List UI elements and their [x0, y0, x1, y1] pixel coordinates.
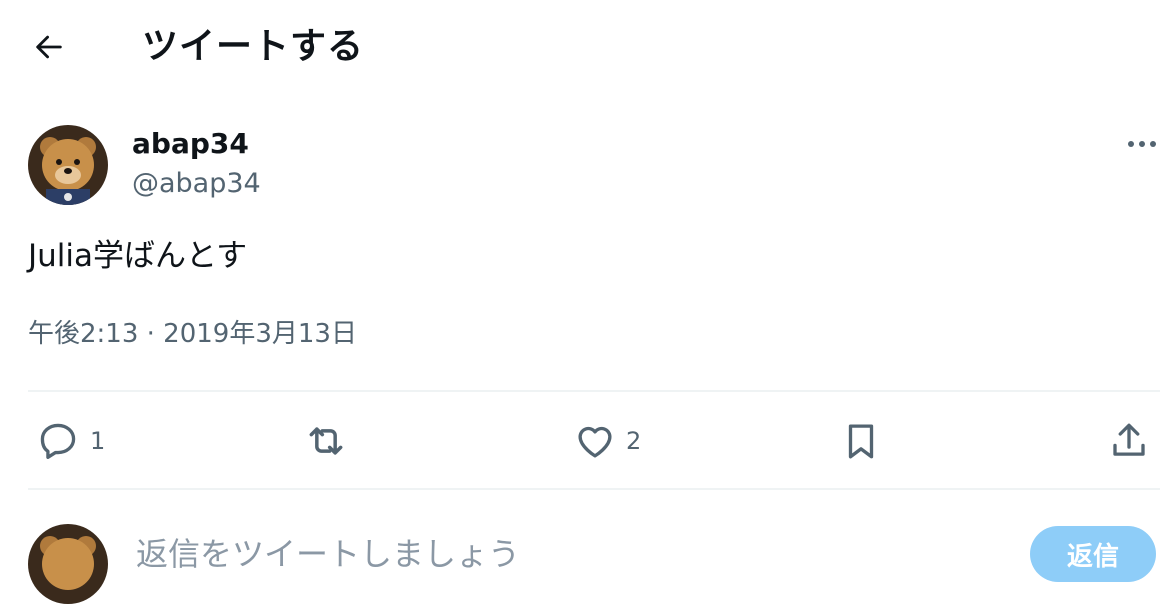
more-options-button[interactable] — [1116, 128, 1168, 160]
tweet-timestamp[interactable]: 午後2:13 · 2019年3月13日 — [28, 314, 357, 354]
share-icon — [1113, 423, 1145, 456]
reply-count: 1 — [90, 427, 106, 455]
reply-input[interactable]: 返信をツイートしましょう — [136, 532, 520, 576]
compose-avatar[interactable] — [28, 524, 108, 604]
retweet-icon — [309, 427, 343, 455]
reply-submit-button[interactable]: 返信 — [1030, 526, 1156, 582]
display-name[interactable]: abap34 — [132, 126, 249, 162]
avatar[interactable] — [28, 125, 108, 205]
bookmark-icon — [848, 424, 874, 459]
like-count: 2 — [626, 427, 642, 455]
arrow-left-icon — [36, 35, 62, 59]
bear-avatar-icon — [28, 524, 108, 604]
tweet-text: Julia学ばんとす — [28, 238, 248, 274]
divider — [28, 390, 1160, 392]
bear-avatar-icon — [28, 125, 108, 205]
like-button[interactable]: 2 — [574, 418, 641, 464]
like-icon — [578, 426, 612, 458]
share-button[interactable] — [1108, 418, 1150, 464]
divider — [28, 488, 1160, 490]
back-button[interactable] — [22, 24, 76, 70]
more-horizontal-icon — [1128, 141, 1156, 147]
page-title: ツイートする — [142, 26, 365, 67]
reply-icon — [40, 423, 76, 459]
retweet-button[interactable] — [302, 418, 360, 464]
reply-button[interactable]: 1 — [36, 418, 105, 464]
header: ツイートする — [0, 0, 1172, 96]
user-handle[interactable]: @abap34 — [132, 166, 261, 202]
bookmark-button[interactable] — [840, 418, 882, 464]
